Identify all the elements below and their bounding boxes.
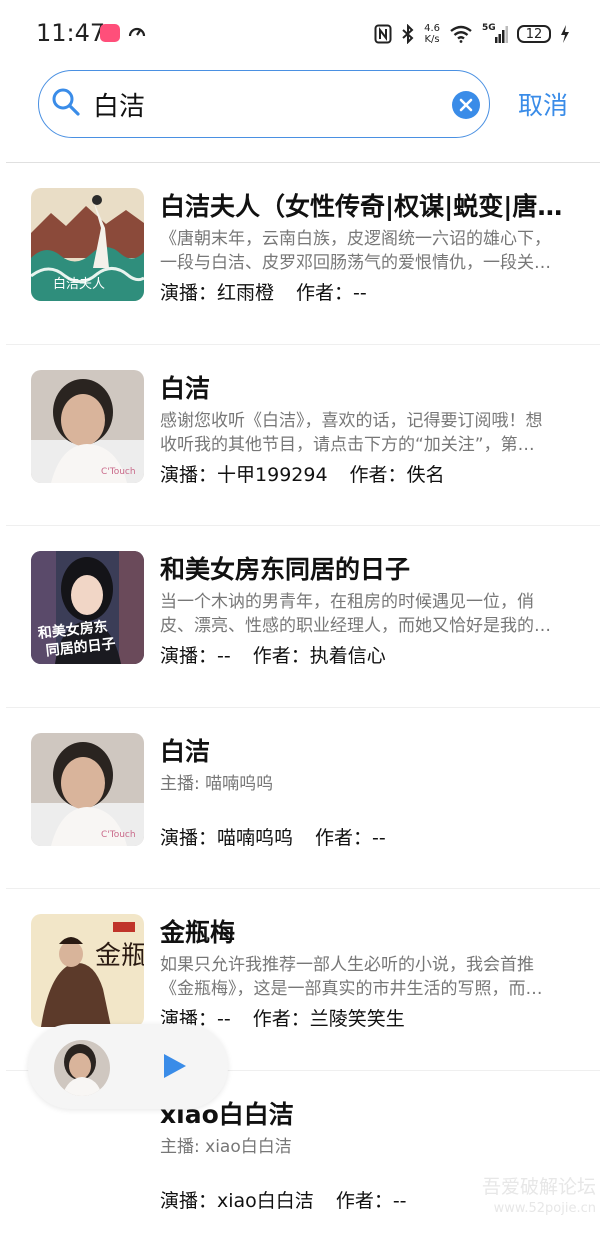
narrator-name: --	[217, 1008, 231, 1030]
author-name: --	[372, 827, 386, 849]
author-name: 兰陵笑笑生	[310, 1008, 405, 1030]
list-item[interactable]: 白洁夫人 白洁夫人（女性传奇|权谋|蜕变|唐… 《唐朝末年，云南白族，皮逻阁统一…	[0, 163, 606, 345]
svg-text:白洁夫人: 白洁夫人	[53, 276, 105, 292]
result-meta: 演播：--作者：执着信心	[160, 641, 386, 668]
result-meta: 演播：喵喃呜呜作者：--	[160, 823, 386, 850]
author-name: --	[393, 1190, 407, 1212]
list-item[interactable]: C'Touch 白洁 主播: 喵喃呜呜 演播：喵喃呜呜作者：--	[0, 708, 606, 890]
narrator-name: 喵喃呜呜	[217, 827, 293, 849]
status-icons: 4.6 K/s 5G 12	[374, 20, 570, 48]
wifi-icon	[449, 25, 473, 43]
speed-icon	[127, 22, 147, 42]
result-title: 金瓶梅	[160, 913, 572, 949]
result-description: 感谢您收听《白洁》，喜欢的话，记得要订阅哦！想 收听我的其他节目，请点击下方的“…	[160, 409, 566, 457]
narrator-name: 红雨橙	[217, 282, 274, 304]
player-cover-avatar	[54, 1040, 110, 1096]
cover-image: C'Touch	[31, 733, 144, 846]
signal-icon: 5G	[482, 24, 508, 44]
status-time: 11:47	[36, 19, 105, 47]
narrator-name: xiao白白洁	[217, 1190, 314, 1212]
result-description: 如果只允许我推荐一部人生必听的小说，我会首推 《金瓶梅》，这是一部真实的市井生活…	[160, 953, 566, 1001]
list-item[interactable]: C'Touch 白洁 感谢您收听《白洁》，喜欢的话，记得要订阅哦！想 收听我的其…	[0, 345, 606, 527]
result-meta: 演播：xiao白白洁作者：--	[160, 1186, 407, 1213]
result-title: 白洁	[160, 369, 572, 405]
cover-image: 和美女房东 同居的日子	[31, 551, 144, 664]
network-speed: 4.6 K/s	[424, 23, 440, 45]
battery-icon: 12	[517, 25, 551, 43]
cover-image: 金瓶梅	[31, 914, 144, 1027]
result-title: 白洁	[160, 732, 572, 768]
svg-text:C'Touch: C'Touch	[101, 467, 136, 477]
svg-text:C'Touch: C'Touch	[101, 830, 136, 840]
cover-image: C'Touch	[31, 370, 144, 483]
cover-image: 白洁夫人	[31, 188, 144, 301]
result-description: 主播: 喵喃呜呜	[160, 772, 566, 796]
mini-player[interactable]	[28, 1024, 228, 1109]
result-meta: 演播：十甲199294作者：佚名	[160, 460, 445, 487]
clear-icon[interactable]	[451, 90, 481, 120]
result-title: 白洁夫人（女性传奇|权谋|蜕变|唐…	[160, 187, 572, 223]
search-input[interactable]	[91, 83, 435, 125]
svg-text:金瓶梅: 金瓶梅	[95, 941, 144, 971]
result-title: 和美女房东同居的日子	[160, 550, 572, 586]
author-name: --	[353, 282, 367, 304]
narrator-name: 十甲199294	[217, 464, 328, 486]
author-name: 执着信心	[310, 645, 386, 667]
app-badge-icon	[100, 24, 120, 42]
cancel-button[interactable]: 取消	[518, 86, 568, 122]
narrator-name: --	[217, 645, 231, 667]
nfc-icon	[374, 24, 392, 44]
result-title: xiao白白洁	[160, 1095, 572, 1131]
play-icon[interactable]	[160, 1052, 188, 1080]
bluetooth-icon	[401, 24, 415, 44]
result-meta: 演播：红雨橙作者：--	[160, 278, 367, 305]
charging-icon	[560, 24, 570, 44]
author-name: 佚名	[407, 464, 445, 486]
result-description: 主播: xiao白白洁	[160, 1135, 566, 1159]
search-bar[interactable]	[38, 70, 490, 138]
result-description: 《唐朝末年，云南白族，皮逻阁统一六诏的雄心下， 一段与白洁、皮罗邓回肠荡气的爱恨…	[160, 227, 566, 275]
watermark: 吾爱破解论坛 www.52pojie.cn	[482, 1177, 596, 1219]
status-bar: 11:47 4.6 K/s 5G	[0, 0, 606, 66]
result-description: 当一个木讷的男青年，在租房的时候遇见一位，俏 皮、漂亮、性感的职业经理人，而她又…	[160, 590, 566, 638]
search-icon	[51, 87, 81, 117]
list-item[interactable]: 和美女房东 同居的日子 和美女房东同居的日子 当一个木讷的男青年，在租房的时候遇…	[0, 526, 606, 708]
